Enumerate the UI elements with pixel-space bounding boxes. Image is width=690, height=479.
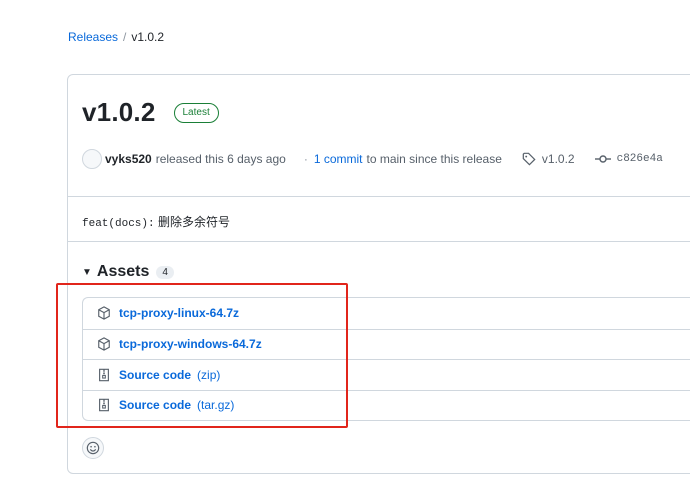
release-header: v1.0.2 Latest: [82, 97, 219, 128]
release-notes: feat(docs): 删除多余符号: [82, 213, 230, 230]
author-avatar[interactable]: [82, 149, 102, 169]
asset-row[interactable]: tcp-proxy-linux-64.7z: [83, 298, 690, 329]
tag-icon: [522, 152, 536, 166]
assets-toggle[interactable]: ▼ Assets 4: [82, 263, 174, 281]
asset-row[interactable]: Source code (zip): [83, 359, 690, 390]
asset-list: tcp-proxy-linux-64.7z tcp-proxy-windows-…: [82, 297, 690, 421]
released-text: released this 6 days ago: [155, 152, 286, 166]
package-icon: [98, 306, 110, 321]
meta-separator: ·: [303, 152, 308, 166]
asset-row[interactable]: tcp-proxy-windows-64.7z: [83, 328, 690, 360]
commit-hash: c826e4a: [616, 153, 663, 165]
smiley-icon: [86, 441, 100, 455]
commit-suffix-text: to main since this release: [366, 152, 502, 166]
caret-down-icon: ▼: [82, 266, 92, 278]
git-commit-icon: [594, 155, 611, 163]
package-icon: [98, 337, 110, 352]
commit-group[interactable]: c826e4a: [594, 152, 663, 166]
breadcrumb-separator: /: [123, 30, 127, 44]
meta-divider: [68, 196, 690, 197]
breadcrumb-current: v1.0.2: [131, 30, 165, 44]
author-name[interactable]: vyks520: [105, 152, 152, 166]
latest-badge: Latest: [173, 102, 219, 123]
release-meta: vyks520 released this 6 days ago · 1 com…: [82, 149, 663, 169]
tag-group[interactable]: v1.0.2: [522, 152, 575, 166]
release-card: v1.0.2 Latest vyks520 released this 6 da…: [67, 74, 690, 474]
release-title[interactable]: v1.0.2: [82, 97, 156, 128]
asset-row[interactable]: Source code (tar.gz): [83, 389, 690, 421]
asset-ext: (zip): [197, 367, 221, 382]
file-zip-icon: [99, 398, 109, 412]
assets-title: Assets: [96, 263, 150, 280]
breadcrumb: Releases / v1.0.2: [68, 30, 164, 44]
release-notes-text: 删除多余符号: [157, 215, 230, 229]
asset-link[interactable]: Source code: [119, 398, 191, 412]
asset-link[interactable]: Source code: [119, 368, 191, 382]
asset-ext: (tar.gz): [197, 398, 235, 413]
add-reaction-button[interactable]: [82, 437, 104, 459]
assets-count: 4: [156, 265, 174, 279]
notes-divider: [68, 241, 690, 242]
tag-name: v1.0.2: [541, 152, 575, 166]
commit-count-link[interactable]: 1 commit: [314, 152, 363, 166]
file-zip-icon: [99, 368, 109, 382]
breadcrumb-releases-link[interactable]: Releases: [68, 30, 118, 44]
asset-link[interactable]: tcp-proxy-linux-64.7z: [119, 306, 239, 320]
release-notes-code: feat(docs):: [82, 218, 155, 230]
asset-link[interactable]: tcp-proxy-windows-64.7z: [119, 337, 262, 351]
